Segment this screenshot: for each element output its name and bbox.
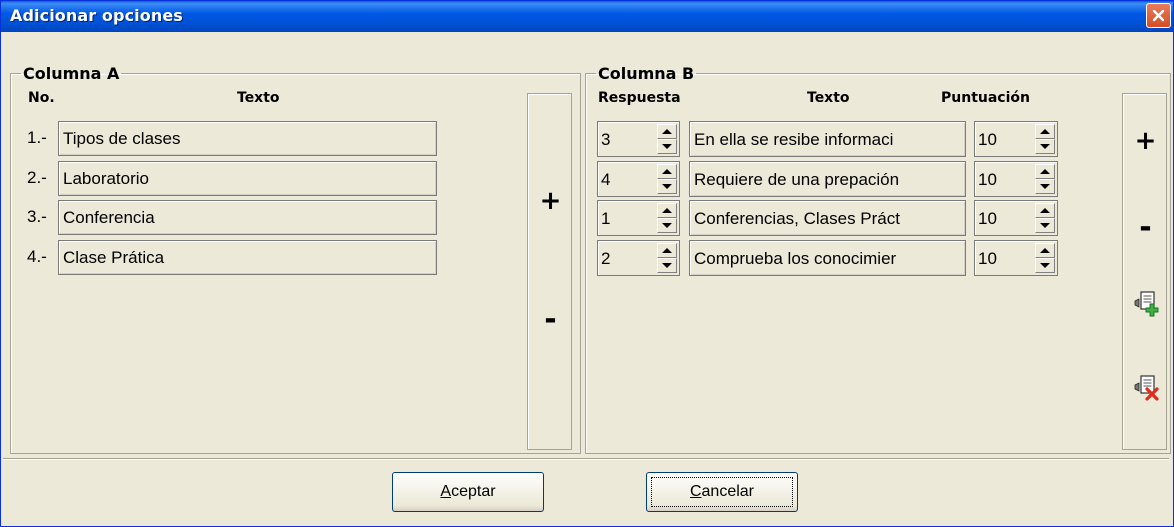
columna-b-text-field[interactable]: En ella se resibe informaci (689, 121, 966, 157)
spin-down-button[interactable] (657, 258, 677, 273)
columna-a-text-field[interactable]: Tipos de clases (58, 121, 437, 156)
columna-a-text-field[interactable]: Clase Prática (58, 240, 437, 275)
header-respuesta: Respuesta (598, 90, 681, 106)
header-texto-a: Texto (237, 90, 280, 106)
add-option-b-button[interactable]: + (1123, 126, 1168, 156)
spin-down-button[interactable] (1035, 218, 1055, 233)
arrow-up-icon (662, 129, 672, 134)
puntuacion-value: 10 (978, 130, 997, 149)
row-number: 2.- (27, 168, 47, 187)
columna-b-text-field[interactable]: Comprueba los conocimier (689, 240, 966, 276)
accept-mnemonic: A (440, 483, 452, 500)
columna-a-text-field[interactable]: Laboratorio (58, 161, 437, 196)
spin-down-button[interactable] (1035, 179, 1055, 194)
arrow-up-icon (662, 169, 672, 174)
spin-up-button[interactable] (1035, 243, 1055, 258)
spin-up-button[interactable] (1035, 203, 1055, 218)
respuesta-value: 4 (601, 170, 611, 189)
columna-b-text-field[interactable]: Conferencias, Clases Práct (689, 200, 966, 236)
spin-up-button[interactable] (1035, 124, 1055, 139)
spin-down-button[interactable] (1035, 258, 1055, 273)
spin-down-button[interactable] (1035, 139, 1055, 154)
arrow-down-icon (1040, 223, 1050, 228)
arrow-down-icon (662, 263, 672, 268)
header-no: No. (28, 90, 55, 106)
columna-b-text-field[interactable]: Requiere de una prepación (689, 161, 966, 197)
respuesta-value: 2 (601, 249, 611, 268)
puntuacion-value: 10 (978, 249, 997, 268)
cancel-label: ancelar (701, 483, 755, 500)
remove-option-b-button[interactable]: - (1123, 210, 1168, 245)
accept-label: ceptar (451, 483, 496, 500)
arrow-up-icon (662, 208, 672, 213)
puntuacion-spinner[interactable]: 10 (974, 121, 1058, 157)
columna-a-text-field[interactable]: Conferencia (58, 200, 437, 235)
respuesta-value: 1 (601, 209, 611, 228)
footer-separator (3, 458, 1169, 460)
accept-button[interactable]: Aceptar (392, 472, 544, 512)
close-button[interactable] (1146, 3, 1171, 28)
arrow-down-icon (1040, 144, 1050, 149)
respuesta-spinner[interactable]: 3 (597, 121, 680, 157)
header-puntuacion: Puntuación (941, 90, 1030, 106)
spin-down-button[interactable] (657, 139, 677, 154)
puntuacion-spinner[interactable]: 10 (974, 200, 1058, 236)
delete-document-icon[interactable] (1133, 374, 1159, 402)
close-icon (1152, 9, 1165, 22)
header-texto-b: Texto (807, 90, 850, 106)
columna-a-legend: Columna A (23, 64, 120, 83)
arrow-up-icon (1040, 129, 1050, 134)
puntuacion-value: 10 (978, 209, 997, 228)
spin-up-button[interactable] (657, 124, 677, 139)
respuesta-spinner[interactable]: 2 (597, 240, 680, 276)
window-title: Adicionar opciones (10, 6, 183, 25)
row-number: 1.- (27, 128, 47, 147)
add-document-icon[interactable] (1133, 290, 1159, 318)
spin-down-button[interactable] (657, 218, 677, 233)
add-option-a-button[interactable]: + (528, 186, 573, 216)
puntuacion-spinner[interactable]: 10 (974, 161, 1058, 197)
arrow-down-icon (1040, 263, 1050, 268)
arrow-down-icon (662, 144, 672, 149)
remove-option-a-button[interactable]: - (528, 302, 573, 337)
arrow-up-icon (1040, 208, 1050, 213)
cancel-mnemonic: C (689, 483, 702, 500)
columna-b-legend: Columna B (598, 64, 695, 83)
spin-up-button[interactable] (657, 164, 677, 179)
respuesta-spinner[interactable]: 4 (597, 161, 680, 197)
title-bar[interactable]: Adicionar opciones (1, 1, 1173, 32)
spin-up-button[interactable] (657, 203, 677, 218)
arrow-up-icon (1040, 169, 1050, 174)
columna-a-actions-panel: + - (527, 93, 572, 450)
cancel-button[interactable]: Cancelar (646, 472, 798, 512)
respuesta-value: 3 (601, 130, 611, 149)
spin-up-button[interactable] (1035, 164, 1055, 179)
columna-b-actions-panel: + - (1122, 93, 1167, 450)
puntuacion-value: 10 (978, 170, 997, 189)
spin-down-button[interactable] (657, 179, 677, 194)
puntuacion-spinner[interactable]: 10 (974, 240, 1058, 276)
arrow-up-icon (1040, 248, 1050, 253)
arrow-down-icon (662, 223, 672, 228)
spin-up-button[interactable] (657, 243, 677, 258)
row-number: 3.- (27, 207, 47, 226)
arrow-up-icon (662, 248, 672, 253)
arrow-down-icon (662, 184, 672, 189)
arrow-down-icon (1040, 184, 1050, 189)
respuesta-spinner[interactable]: 1 (597, 200, 680, 236)
row-number: 4.- (27, 247, 47, 266)
